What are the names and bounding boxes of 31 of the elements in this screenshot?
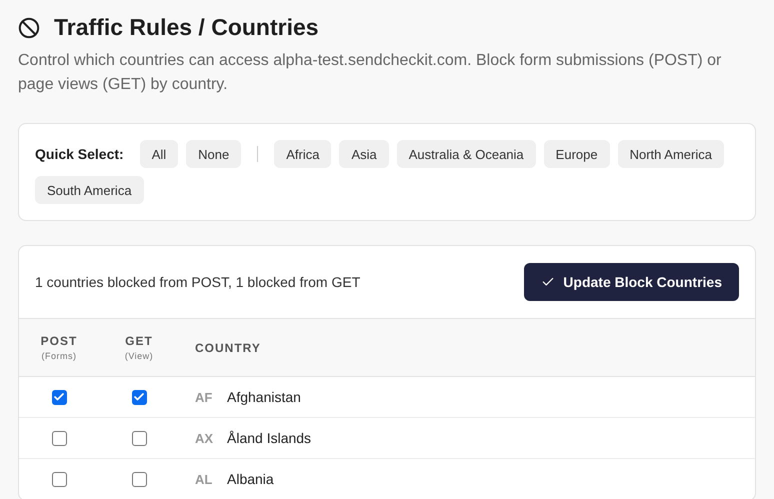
ban-icon [18,16,40,38]
checkbox[interactable] [52,430,66,446]
checkbox[interactable] [132,390,146,404]
region-chip[interactable]: Europe [544,140,610,168]
update-button[interactable]: Update Block Countries [524,263,739,301]
column-subheader: (Forms) [42,351,76,361]
column-header: POST [40,334,78,348]
page-title: Traffic Rules / Countries [54,14,319,41]
country-code: AL [195,472,214,486]
checkbox[interactable] [132,430,146,446]
column-subheader: (View) [124,351,154,361]
quick-select-chip[interactable]: All [140,140,178,168]
region-chip[interactable]: Asia [339,140,389,168]
region-chip[interactable]: South America [35,176,144,204]
checkbox[interactable] [52,472,66,486]
quick-select-chip[interactable]: None [186,140,242,168]
country-name: Åland Islands [227,430,312,446]
region-chip[interactable]: Australia & Oceania [396,140,536,168]
country-code: AF [195,390,214,404]
region-chip[interactable]: North America [618,140,724,168]
country-name: Albania [227,471,274,487]
country-code: AX [195,430,214,446]
country-name: Afghanistan [227,389,301,405]
checkbox[interactable] [52,390,66,404]
blocked-summary: 1 countries blocked from POST, 1 blocked from GET [35,274,360,290]
checkbox[interactable] [132,472,146,486]
page-description: Control which countries can access alpha-test.sendcheckit.com. Block form submissions (POST) or page views (GET) by country. [18,51,722,95]
region-chip[interactable]: Africa [274,140,332,168]
column-header: GET [125,334,153,348]
quick-select-label: Quick Select: [35,146,124,162]
column-header: COUNTRY [194,340,262,354]
